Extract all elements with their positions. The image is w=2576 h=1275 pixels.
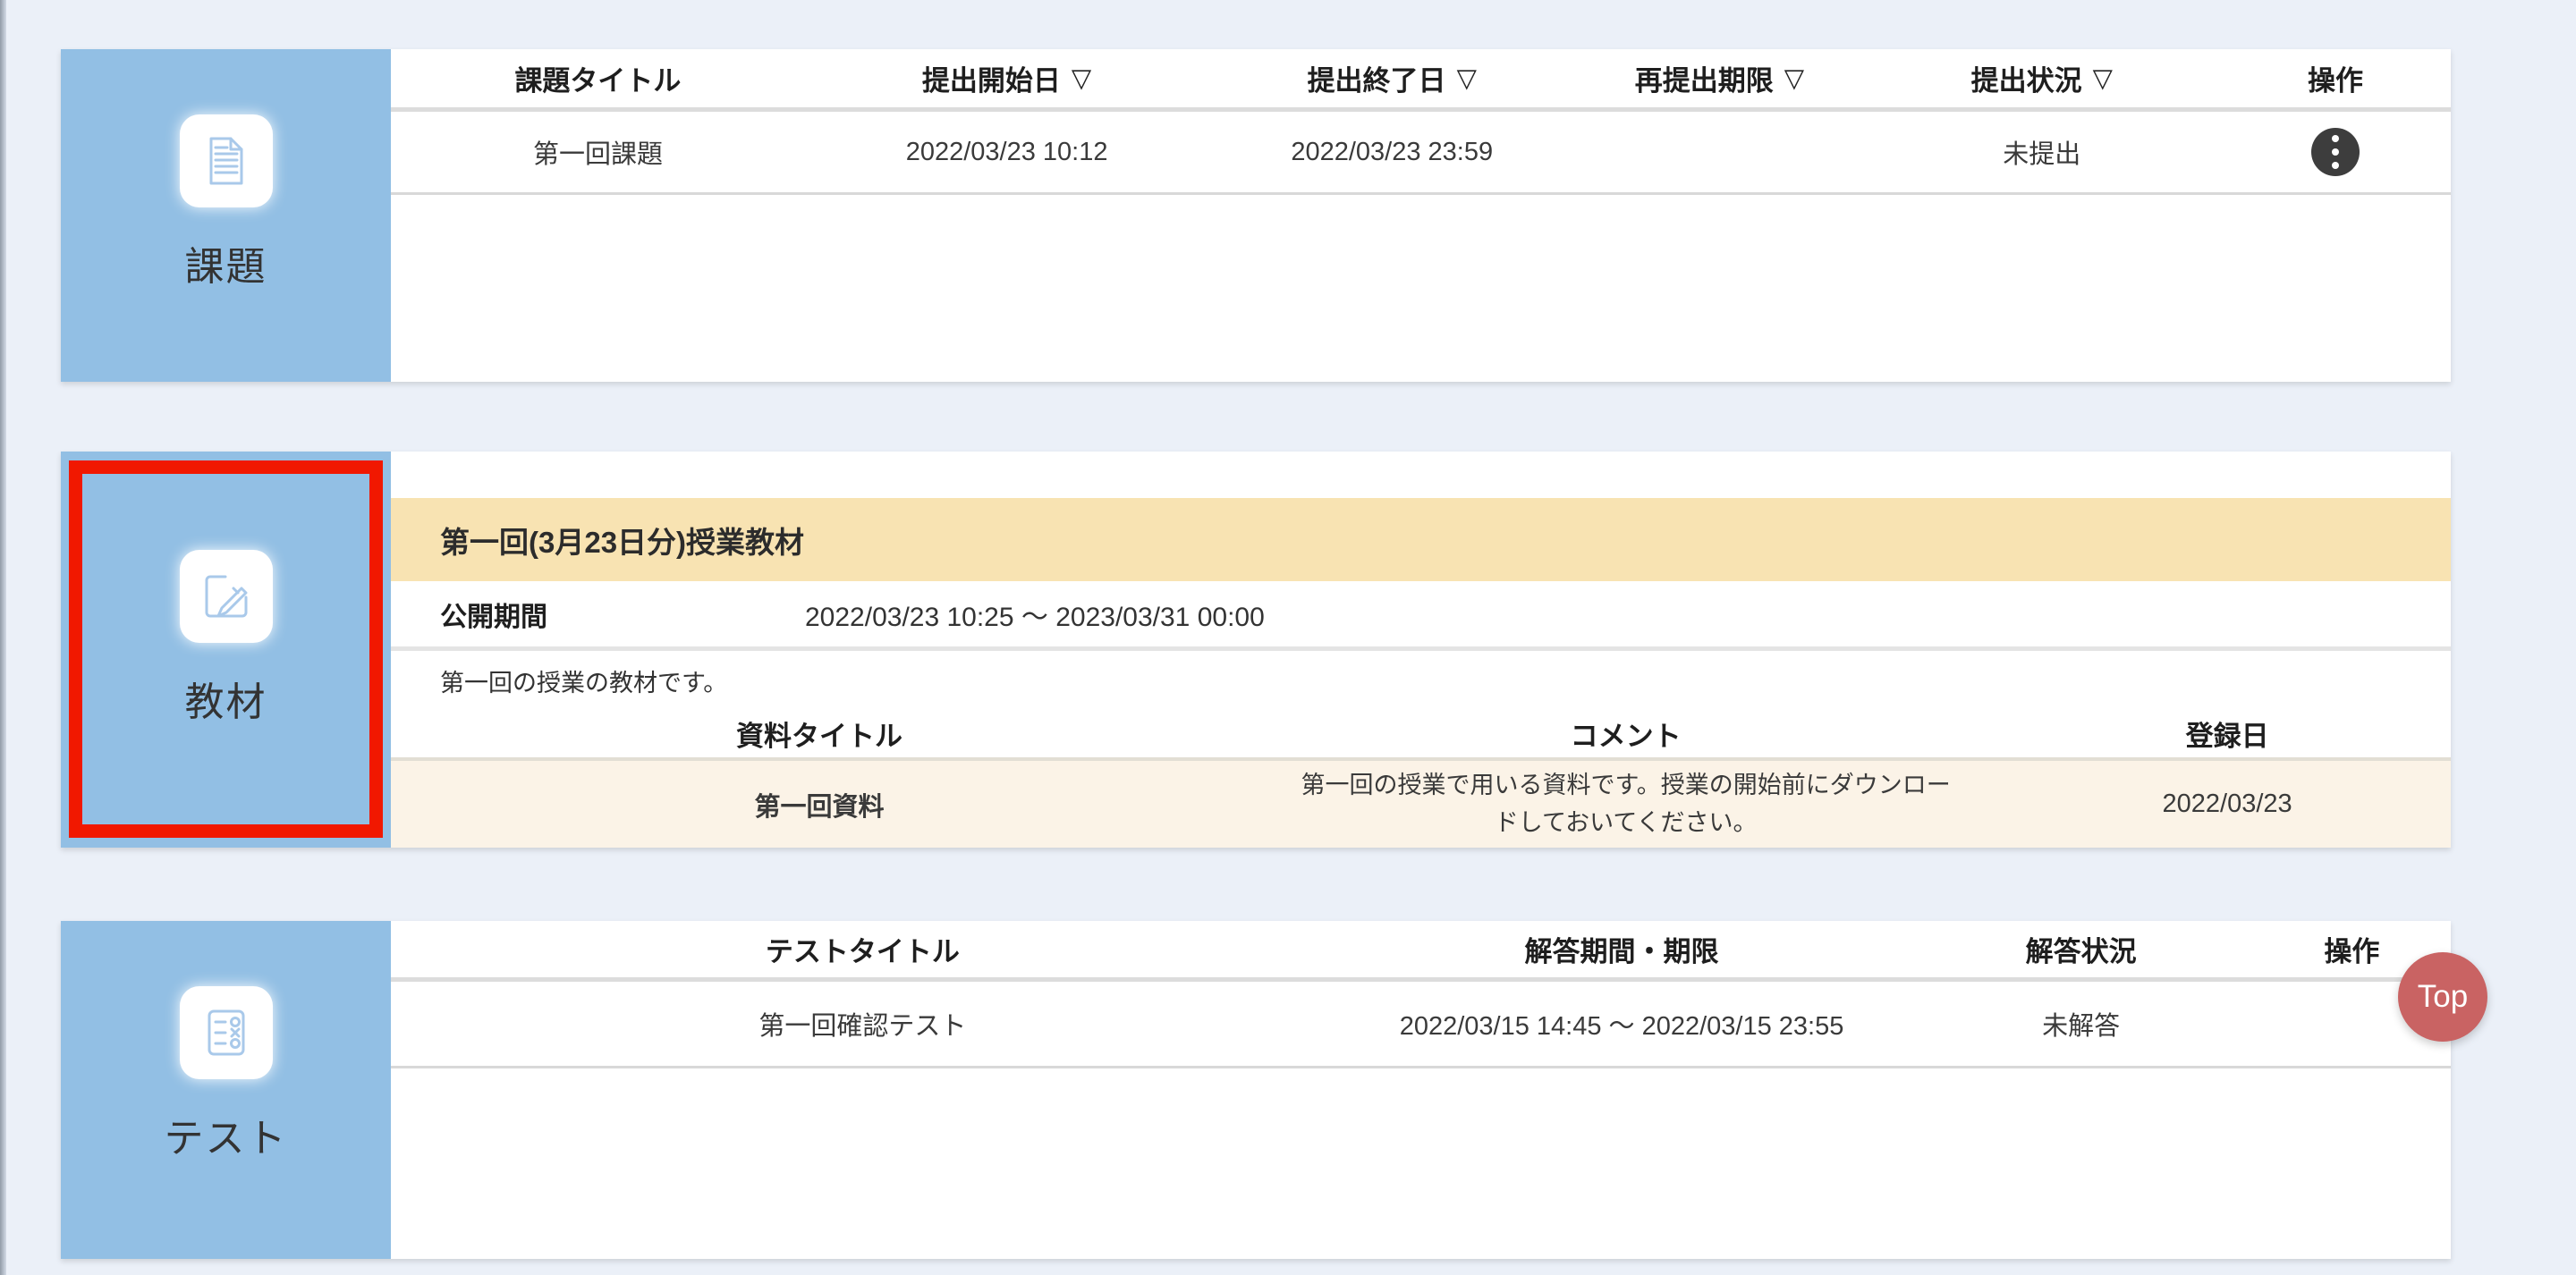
kebab-icon	[2332, 135, 2339, 142]
col-answer-status: 解答状況	[1909, 929, 2253, 969]
test-checklist-icon	[180, 986, 273, 1079]
test-status-badge: 未解答	[1909, 1005, 2253, 1043]
test-row: 第一回確認テスト 2022/03/15 14:45 ～ 2022/03/15 2…	[391, 982, 2451, 1068]
assignment-submit-start: 2022/03/23 10:12	[805, 138, 1208, 167]
scroll-to-top-button[interactable]: Top	[2398, 952, 2487, 1042]
assignments-section: 課題 課題タイトル 提出開始日 ▽ 提出終了日 ▽ 再提出期限 ▽ 提出状況 ▽…	[61, 49, 2451, 382]
assignment-submit-end: 2022/03/23 23:59	[1208, 138, 1575, 167]
open-period-value: 2022/03/23 10:25 ～ 2023/03/31 00:00	[805, 595, 1265, 634]
assignment-actions-kebab-button[interactable]	[2311, 128, 2360, 176]
window-left-edge	[0, 0, 6, 1275]
tab-tests-label: テスト	[165, 1106, 288, 1163]
assignments-table-header: 課題タイトル 提出開始日 ▽ 提出終了日 ▽ 再提出期限 ▽ 提出状況 ▽ 操作	[391, 49, 2451, 112]
col-submit-end[interactable]: 提出終了日 ▽	[1208, 58, 1575, 98]
material-group-title: 第一回(3月23日分)授業教材	[391, 498, 2451, 581]
assignment-document-icon	[180, 114, 273, 207]
sort-icon: ▽	[1072, 63, 1091, 94]
tests-section: テスト テストタイトル 解答期間・期限 解答状況 操作 第一回確認テスト 202…	[61, 921, 2451, 1259]
materials-section: 教材 第一回(3月23日分)授業教材 公開期間 2022/03/23 10:25…	[61, 452, 2451, 848]
tab-assignments-label: 課題	[185, 234, 267, 291]
tab-materials-label: 教材	[185, 670, 267, 727]
tests-table-header: テストタイトル 解答期間・期限 解答状況 操作	[391, 921, 2451, 982]
assignment-title: 第一回課題	[391, 133, 805, 171]
assignment-row: 第一回課題 2022/03/23 10:12 2022/03/23 23:59 …	[391, 112, 2451, 195]
col-submit-status[interactable]: 提出状況 ▽	[1864, 58, 2220, 98]
col-submit-start-label: 提出開始日	[922, 58, 1061, 98]
sort-icon: ▽	[1784, 63, 1804, 94]
tab-tests[interactable]: テスト	[61, 921, 391, 1259]
assignment-status-badge: 未提出	[1864, 133, 2220, 171]
material-row: 第一回資料 第一回の授業で用いる資料です。授業の開始前にダウンロードしておいてく…	[391, 757, 2451, 848]
col-material-title: 資料タイトル	[391, 713, 1248, 754]
tests-table: テストタイトル 解答期間・期限 解答状況 操作 第一回確認テスト 2022/03…	[391, 921, 2451, 1259]
col-resubmit-deadline-label: 再提出期限	[1635, 58, 1774, 98]
col-operations: 操作	[2220, 58, 2451, 98]
col-answer-period: 解答期間・期限	[1335, 929, 1910, 969]
material-title: 第一回資料	[391, 786, 1248, 823]
col-resubmit-deadline[interactable]: 再提出期限 ▽	[1575, 58, 1863, 98]
open-period-label: 公開期間	[440, 595, 547, 634]
materials-top-strip	[391, 452, 2451, 498]
materials-content: 第一回(3月23日分)授業教材 公開期間 2022/03/23 10:25 ～ …	[391, 452, 2451, 848]
col-submit-start[interactable]: 提出開始日 ▽	[805, 58, 1208, 98]
test-answer-period: 2022/03/15 14:45 ～ 2022/03/15 23:55	[1335, 1005, 1910, 1043]
col-submit-status-label: 提出状況	[1971, 58, 2082, 98]
tab-assignments[interactable]: 課題	[61, 49, 391, 382]
material-date: 2022/03/23	[2004, 789, 2451, 819]
materials-table-header: 資料タイトル コメント 登録日	[391, 710, 2451, 757]
col-assignment-title: 課題タイトル	[391, 58, 805, 98]
sort-icon: ▽	[2093, 63, 2113, 94]
material-comment: 第一回の授業で用いる資料です。授業の開始前にダウンロードしておいてください。	[1248, 767, 2004, 842]
material-edit-icon	[180, 550, 273, 643]
open-period-row: 公開期間 2022/03/23 10:25 ～ 2023/03/31 00:00	[391, 581, 2451, 646]
col-material-date: 登録日	[2004, 713, 2451, 754]
col-submit-end-label: 提出終了日	[1308, 58, 1446, 98]
assignments-table: 課題タイトル 提出開始日 ▽ 提出終了日 ▽ 再提出期限 ▽ 提出状況 ▽ 操作…	[391, 49, 2451, 382]
material-group-description: 第一回の授業の教材です。	[391, 651, 2451, 710]
tab-materials[interactable]: 教材	[61, 452, 391, 848]
col-test-title: テストタイトル	[391, 929, 1335, 969]
test-title: 第一回確認テスト	[391, 1005, 1335, 1043]
col-material-comment: コメント	[1248, 713, 2004, 754]
sort-icon: ▽	[1457, 63, 1477, 94]
